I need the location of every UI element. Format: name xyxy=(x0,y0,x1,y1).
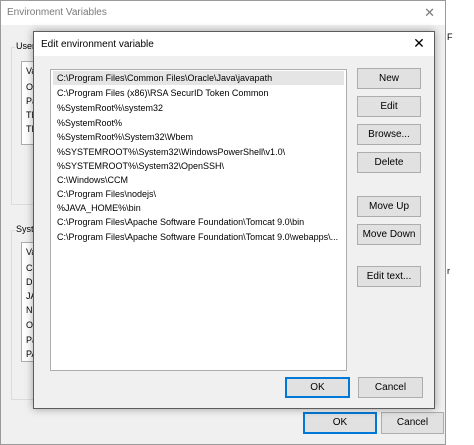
bg-ok-button[interactable]: OK xyxy=(303,412,377,434)
bg-close-icon[interactable]: ✕ xyxy=(424,5,435,21)
list-item[interactable]: C:\Windows\CCM xyxy=(53,173,344,187)
close-icon[interactable]: ✕ xyxy=(411,35,427,52)
browse-button[interactable]: Browse... xyxy=(357,124,421,145)
delete-button[interactable]: Delete xyxy=(357,152,421,173)
cancel-button[interactable]: Cancel xyxy=(358,377,423,398)
list-item[interactable]: %SystemRoot%\System32\Wbem xyxy=(53,130,344,144)
dialog-title: Edit environment variable xyxy=(41,39,154,50)
new-button[interactable]: New xyxy=(357,68,421,89)
list-item[interactable]: %SYSTEMROOT%\System32\WindowsPowerShell\… xyxy=(53,145,344,159)
path-list[interactable]: C:\Program Files\Common Files\Oracle\Jav… xyxy=(50,69,347,371)
edge-text: r xyxy=(447,266,450,276)
move-up-button[interactable]: Move Up xyxy=(357,196,421,217)
list-item[interactable]: C:\Program Files\Apache Software Foundat… xyxy=(53,215,344,229)
dialog-title-bar: Edit environment variable ✕ xyxy=(34,32,434,56)
list-item[interactable]: C:\Program Files\Apache Software Foundat… xyxy=(53,230,344,244)
bg-title-bar: Environment Variables ✕ xyxy=(1,1,445,25)
bg-cancel-button[interactable]: Cancel xyxy=(381,412,444,434)
list-item[interactable]: %SystemRoot%\system32 xyxy=(53,101,344,115)
list-item[interactable]: %JAVA_HOME%\bin xyxy=(53,201,344,215)
list-item[interactable]: C:\Program Files\Common Files\Oracle\Jav… xyxy=(53,71,344,85)
list-item[interactable]: %SYSTEMROOT%\System32\OpenSSH\ xyxy=(53,159,344,173)
move-down-button[interactable]: Move Down xyxy=(357,224,421,245)
ok-button[interactable]: OK xyxy=(285,377,350,398)
edit-environment-variable-dialog: Edit environment variable ✕ C:\Program F… xyxy=(33,31,435,409)
list-item[interactable]: C:\Program Files\nodejs\ xyxy=(53,187,344,201)
edit-button[interactable]: Edit xyxy=(357,96,421,117)
list-item[interactable]: C:\Program Files (x86)\RSA SecurID Token… xyxy=(53,86,344,100)
list-item[interactable]: %SystemRoot% xyxy=(53,116,344,130)
background-edge: F r xyxy=(446,0,474,445)
bg-window-title: Environment Variables xyxy=(7,7,107,18)
edit-text-button[interactable]: Edit text... xyxy=(357,266,421,287)
edge-text: F xyxy=(447,32,453,42)
